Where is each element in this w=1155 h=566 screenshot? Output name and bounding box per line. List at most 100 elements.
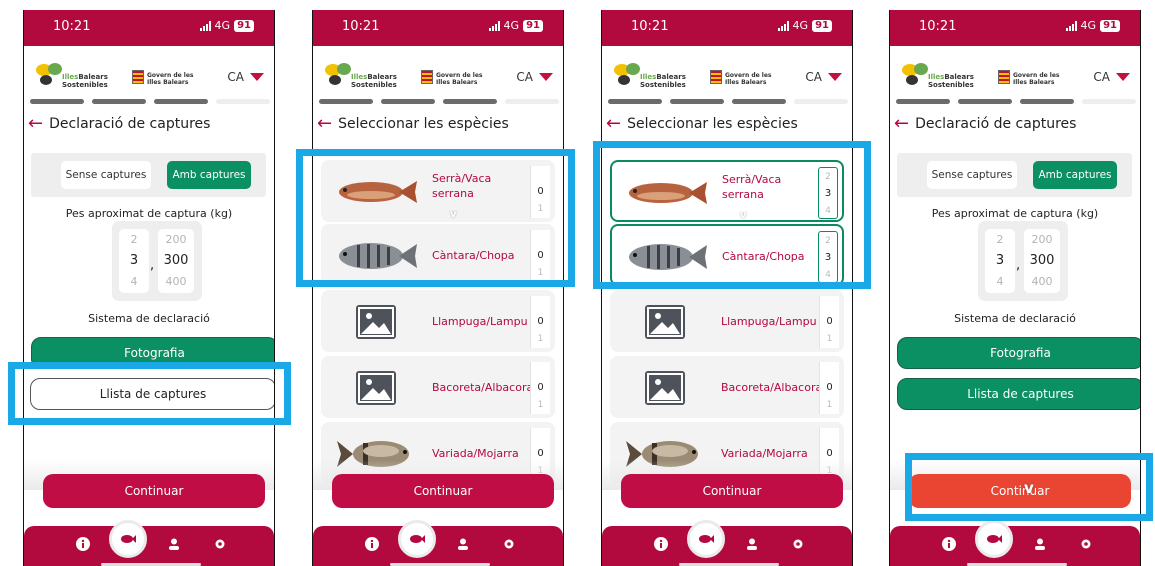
quantity-stepper[interactable]: 01: [530, 362, 550, 414]
government-logo-text: Govern de les Illes Balears: [147, 72, 194, 86]
language-selector[interactable]: CA: [805, 70, 842, 84]
species-card[interactable]: Bacoreta/Albacora 01: [321, 356, 555, 418]
toggle-with-captures[interactable]: Amb captures: [167, 161, 251, 189]
progress-steps: [319, 99, 559, 104]
arrow-left-icon[interactable]: ←: [606, 115, 621, 133]
species-card-selected[interactable]: Càntara/Chopa 234: [610, 224, 844, 286]
brand-logo-text: IllesBalears Sostenibles: [62, 73, 108, 89]
user-icon[interactable]: [738, 530, 766, 558]
fish-icon[interactable]: [109, 520, 147, 558]
screen-species-select: 10:21 4G 91 IllesBalears Sostenibles Gove…: [312, 10, 564, 566]
signal-icon: [777, 20, 789, 31]
battery-icon: 91: [812, 19, 832, 32]
info-icon[interactable]: [69, 530, 97, 558]
species-name: Bacoreta/Albacora: [721, 381, 821, 394]
weight-integer-wheel[interactable]: 234: [985, 229, 1015, 293]
fish-icon[interactable]: [687, 520, 725, 558]
title-row: ← Seleccionar les espècies: [606, 115, 798, 133]
app-header: IllesBalears Sostenibles Govern de les Ill…: [24, 50, 274, 100]
status-time: 10:21: [342, 19, 380, 34]
fish-icon[interactable]: [398, 520, 436, 558]
weight-integer-wheel[interactable]: 234: [119, 229, 149, 293]
chevron-down-icon: v: [450, 209, 457, 220]
user-icon[interactable]: [1026, 530, 1054, 558]
battery-icon: 91: [1100, 19, 1120, 32]
species-card[interactable]: Llampuga/Lampu 01: [610, 290, 844, 352]
screen-declaration-1: 10:21 4G 91 IllesBalears Sostenibles Gove…: [23, 10, 275, 566]
fish-icon[interactable]: [975, 520, 1013, 558]
arrow-left-icon[interactable]: ←: [894, 115, 909, 133]
species-name: Llampuga/Lampu: [432, 315, 528, 328]
quantity-stepper[interactable]: 01: [530, 296, 550, 348]
government-logo-text: Govern de les Illes Balears: [436, 72, 483, 86]
continue-button-pressed[interactable]: Continuar: [909, 474, 1131, 508]
quantity-stepper[interactable]: 234: [818, 231, 838, 283]
species-card[interactable]: Llampuga/Lampu 01: [321, 290, 555, 352]
species-card[interactable]: Serrà/Vaca serrana 01 v: [321, 160, 555, 222]
catch-list-button[interactable]: Llista de captures: [30, 378, 274, 410]
species-card[interactable]: Càntara/Chopa 01: [321, 224, 555, 286]
gear-icon[interactable]: [206, 530, 234, 558]
brand-logo-text: IllesBalears Sostenibles: [640, 73, 686, 89]
government-logo-text: Govern de les Illes Balears: [1013, 72, 1060, 86]
app-header: IllesBalears Sostenibles Govern de les Ill…: [313, 50, 563, 100]
image-placeholder-icon: [356, 305, 396, 339]
battery-icon: 91: [234, 19, 254, 32]
status-time: 10:21: [919, 19, 957, 34]
language-selector[interactable]: CA: [227, 70, 264, 84]
status-network: 4G 91: [1065, 19, 1120, 32]
photo-button[interactable]: Fotografia: [897, 337, 1140, 369]
quantity-stepper[interactable]: 01: [819, 296, 839, 348]
toggle-no-captures[interactable]: Sense captures: [61, 161, 151, 189]
gear-icon[interactable]: [784, 530, 812, 558]
info-icon[interactable]: [647, 530, 675, 558]
quantity-stepper[interactable]: 234: [818, 167, 838, 219]
page-title: Declaració de captures: [915, 116, 1077, 132]
toggle-with-captures[interactable]: Amb captures: [1033, 161, 1117, 189]
continue-button[interactable]: Continuar: [621, 474, 843, 508]
image-placeholder-icon: [356, 371, 396, 405]
weight-picker[interactable]: 234 , 200 300 400: [978, 221, 1068, 301]
toggle-no-captures[interactable]: Sense captures: [927, 161, 1017, 189]
bottom-tab-bar: [890, 520, 1140, 566]
user-icon[interactable]: [160, 530, 188, 558]
quantity-stepper[interactable]: 01: [819, 362, 839, 414]
screen-declaration-2: 10:21 4G 91 IllesBalears Sostenibles Gove…: [889, 10, 1141, 566]
leaf-logo-icon: [614, 63, 640, 85]
arrow-left-icon[interactable]: ←: [28, 115, 43, 133]
language-selector[interactable]: CA: [1093, 70, 1130, 84]
weight-decimal-wheel[interactable]: 200 300 400: [158, 229, 194, 293]
info-icon[interactable]: [935, 530, 963, 558]
user-icon[interactable]: [449, 530, 477, 558]
title-row: ← Declaració de captures: [28, 115, 210, 133]
triangle-down-icon: [1116, 73, 1130, 81]
progress-steps: [30, 99, 270, 104]
quantity-stepper[interactable]: 01: [530, 166, 550, 218]
continue-button[interactable]: Continuar: [332, 474, 554, 508]
catch-list-button[interactable]: Llista de captures: [897, 378, 1140, 410]
government-logo-text: Govern de les Illes Balears: [725, 72, 772, 86]
title-row: ← Seleccionar les espècies: [317, 115, 509, 133]
photo-button[interactable]: Fotografia: [31, 337, 274, 369]
image-placeholder-icon: [645, 305, 685, 339]
page-title: Seleccionar les espècies: [627, 116, 798, 132]
species-card-selected[interactable]: Serrà/Vaca serrana 234 v: [610, 160, 844, 222]
info-icon[interactable]: [358, 530, 386, 558]
image-placeholder-icon: [645, 371, 685, 405]
species-card[interactable]: Bacoreta/Albacora 01: [610, 356, 844, 418]
language-selector[interactable]: CA: [516, 70, 553, 84]
weight-decimal-wheel[interactable]: 200 300 400: [1024, 229, 1060, 293]
battery-icon: 91: [523, 19, 543, 32]
status-network: 4G 91: [777, 19, 832, 32]
arrow-left-icon[interactable]: ←: [317, 115, 332, 133]
continue-button[interactable]: Continuar: [43, 474, 265, 508]
quantity-stepper[interactable]: 01: [530, 230, 550, 282]
captures-toggle: Sense captures Amb captures: [31, 153, 266, 197]
weight-picker[interactable]: 234 , 200 300 400: [112, 221, 202, 301]
bottom-tab-bar: [24, 520, 274, 566]
status-bar: 10:21 4G 91: [890, 10, 1140, 46]
species-name: Càntara/Chopa: [722, 250, 805, 263]
title-row: ← Declaració de captures: [894, 115, 1077, 133]
gear-icon[interactable]: [495, 530, 523, 558]
gear-icon[interactable]: [1072, 530, 1100, 558]
